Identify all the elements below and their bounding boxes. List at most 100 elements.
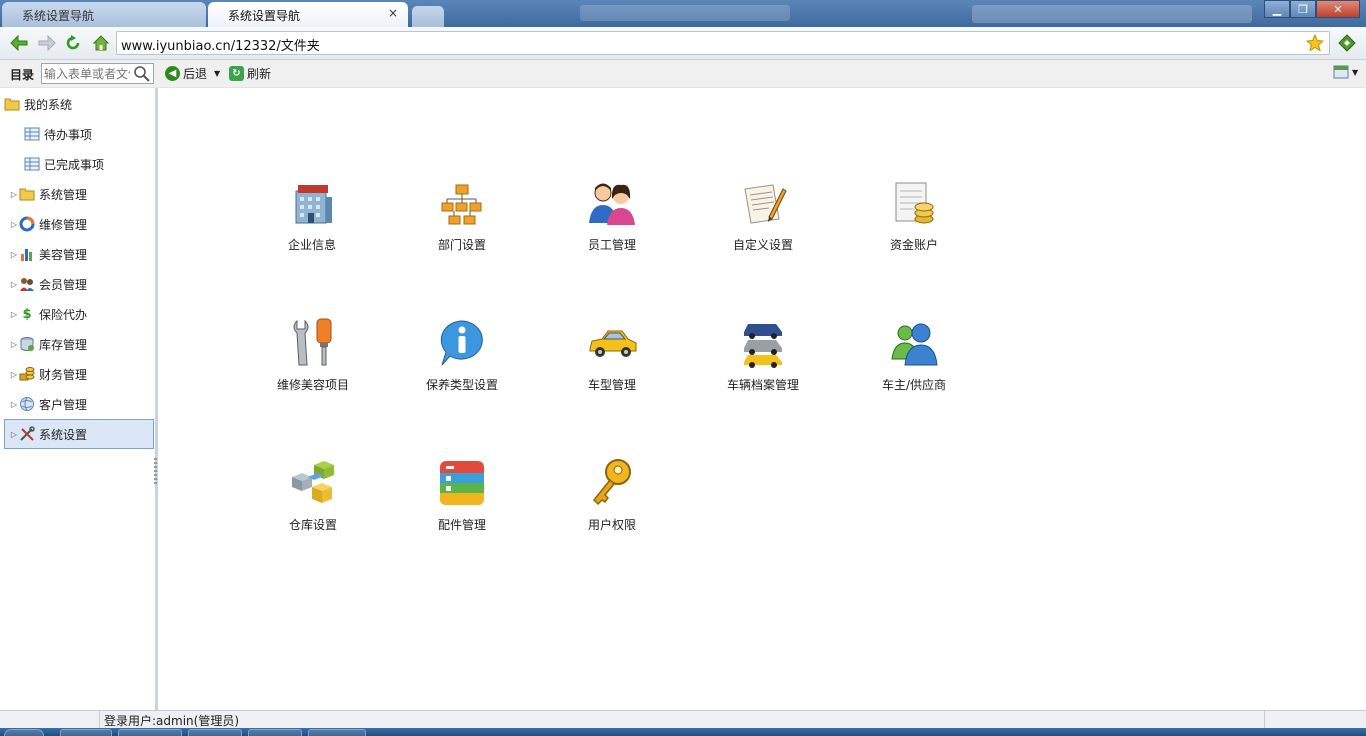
expand-arrow-icon[interactable]: ▷ — [9, 370, 19, 379]
new-tab-button[interactable] — [412, 6, 444, 27]
tile-vehicle-model-management[interactable]: 车型管理 — [552, 316, 672, 406]
start-button[interactable] — [4, 729, 44, 736]
taskbar-item[interactable] — [118, 729, 182, 736]
tile-warehouse-settings[interactable]: 仓库设置 — [253, 456, 373, 546]
expand-arrow-icon[interactable]: ▷ — [9, 250, 19, 259]
close-window-button[interactable]: ✕ — [1316, 0, 1360, 18]
info-bubble-icon — [435, 316, 489, 370]
chart-ring-icon — [19, 216, 35, 232]
status-segment — [0, 711, 100, 728]
taskbar-item[interactable] — [248, 729, 302, 736]
refresh-button[interactable]: ↻ 刷新 — [229, 65, 271, 82]
sidebar-item-my-system[interactable]: 我的系统 — [4, 89, 159, 119]
sidebar-item-label: 我的系统 — [24, 97, 73, 112]
logged-in-user: 登录用户:admin(管理员) — [104, 714, 240, 728]
expand-arrow-icon[interactable]: ▷ — [9, 340, 19, 349]
maximize-button[interactable]: ❐ — [1290, 0, 1316, 18]
sidebar-item-system-settings[interactable]: ▷ 系统设置 — [4, 419, 154, 449]
expand-arrow-icon[interactable]: ▷ — [9, 430, 19, 439]
sidebar-item-done[interactable]: 已完成事项 — [24, 149, 155, 179]
tile-label: 配件管理 — [437, 518, 486, 532]
tile-maintenance-type-settings[interactable]: 保养类型设置 — [402, 316, 522, 406]
tile-repair-beauty-items[interactable]: 维修美容项目 — [253, 316, 373, 406]
search-icon[interactable] — [132, 65, 152, 82]
folder-icon — [19, 186, 35, 202]
sidebar-item-label: 系统管理 — [39, 187, 88, 202]
taskbar-item[interactable] — [188, 729, 242, 736]
tile-department-settings[interactable]: 部门设置 — [402, 176, 522, 266]
taskbar-item[interactable] — [60, 729, 112, 736]
tile-owner-supplier[interactable]: 车主/供应商 — [854, 316, 974, 406]
tab-label: 系统设置导航 — [228, 9, 301, 23]
forward-arrow-icon[interactable] — [38, 34, 56, 52]
back-button[interactable]: ◀ 后退 ▼ — [165, 65, 220, 82]
tile-label: 部门设置 — [437, 238, 486, 252]
back-arrow-icon[interactable] — [10, 34, 28, 52]
key-icon — [585, 456, 639, 510]
tile-company-info[interactable]: 企业信息 — [252, 176, 372, 266]
blurred-region — [972, 5, 1252, 23]
favorite-star-icon[interactable] — [1306, 34, 1324, 52]
sidebar-item-insurance[interactable]: ▷ $ 保险代办 — [9, 299, 155, 329]
tile-label: 资金账户 — [889, 238, 938, 252]
os-taskbar — [0, 728, 1366, 736]
sidebar-item-customers[interactable]: ▷ 客户管理 — [9, 389, 155, 419]
settings-grid: 企业信息 部门设置 员工管理 自定义设置 资金账户 维修美容项目 保养类型设置 … — [161, 88, 1366, 710]
expand-arrow-icon[interactable]: ▷ — [9, 400, 19, 409]
dropdown-caret-icon[interactable]: ▼ — [214, 69, 220, 78]
back-label: 后退 — [183, 67, 208, 81]
expand-arrow-icon[interactable]: ▷ — [9, 280, 19, 289]
sidebar-item-todo[interactable]: 待办事项 — [24, 119, 155, 149]
tab-inactive[interactable]: 系统设置导航 — [2, 2, 206, 27]
extension-icon[interactable] — [1338, 34, 1356, 52]
sidebar-item-label: 财务管理 — [39, 367, 88, 382]
tile-user-permissions[interactable]: 用户权限 — [552, 456, 672, 546]
directory-label: 目录 — [10, 68, 35, 82]
table-icon — [24, 126, 40, 142]
members-icon — [19, 276, 35, 292]
tile-vehicle-records[interactable]: 车辆档案管理 — [703, 316, 823, 406]
sidebar-item-finance[interactable]: ▷ 财务管理 — [9, 359, 155, 389]
view-toggle-button[interactable]: ▼ — [1333, 65, 1358, 79]
expand-arrow-icon[interactable]: ▷ — [9, 190, 19, 199]
sidebar-item-repair[interactable]: ▷ 维修管理 — [9, 209, 155, 239]
dropdown-caret-icon[interactable]: ▼ — [1352, 68, 1358, 77]
tools-icon — [19, 426, 35, 442]
globe-icon — [19, 396, 35, 412]
tile-label: 车主/供应商 — [881, 378, 947, 392]
tile-label: 车型管理 — [587, 378, 636, 392]
sidebar-item-beauty[interactable]: ▷ 美容管理 — [9, 239, 155, 269]
sidebar-splitter[interactable] — [154, 458, 157, 486]
tile-employee-management[interactable]: 员工管理 — [552, 176, 672, 266]
tab-active[interactable]: 系统设置导航 × — [208, 2, 408, 27]
expand-arrow-icon[interactable]: ▷ — [9, 220, 19, 229]
directory-search-input[interactable] — [42, 64, 130, 83]
sidebar-item-inventory[interactable]: ▷ 库存管理 — [9, 329, 155, 359]
folder-icon — [4, 96, 20, 112]
sidebar-item-label: 客户管理 — [39, 397, 88, 412]
tile-parts-management[interactable]: 配件管理 — [402, 456, 522, 546]
sidebar-item-system-management[interactable]: ▷ 系统管理 — [9, 179, 155, 209]
home-icon[interactable] — [92, 34, 110, 52]
tab-close-icon[interactable]: × — [388, 6, 398, 20]
blurred-region — [580, 5, 790, 21]
people-icon — [585, 176, 639, 230]
reload-icon[interactable] — [64, 34, 82, 52]
refresh-icon: ↻ — [229, 66, 244, 81]
refresh-label: 刷新 — [247, 67, 272, 81]
sidebar-item-label: 待办事项 — [44, 127, 93, 142]
navigation-bar: www.iyunbiao.cn/12332/文件夹 — [0, 27, 1366, 60]
database-icon — [19, 336, 35, 352]
address-input[interactable]: www.iyunbiao.cn/12332/文件夹 — [116, 31, 1330, 55]
sidebar-item-members[interactable]: ▷ 会员管理 — [9, 269, 155, 299]
expand-arrow-icon[interactable]: ▷ — [9, 310, 19, 319]
minimize-button[interactable]: ▁ — [1264, 0, 1290, 18]
cars-stack-icon — [736, 316, 790, 370]
color-menu-icon — [435, 456, 489, 510]
sidebar-item-label: 美容管理 — [39, 247, 88, 262]
tile-fund-account[interactable]: 资金账户 — [854, 176, 974, 266]
taskbar-item[interactable] — [308, 729, 366, 736]
blocks-icon — [286, 456, 340, 510]
back-circle-icon: ◀ — [165, 66, 180, 81]
tile-custom-settings[interactable]: 自定义设置 — [703, 176, 823, 266]
